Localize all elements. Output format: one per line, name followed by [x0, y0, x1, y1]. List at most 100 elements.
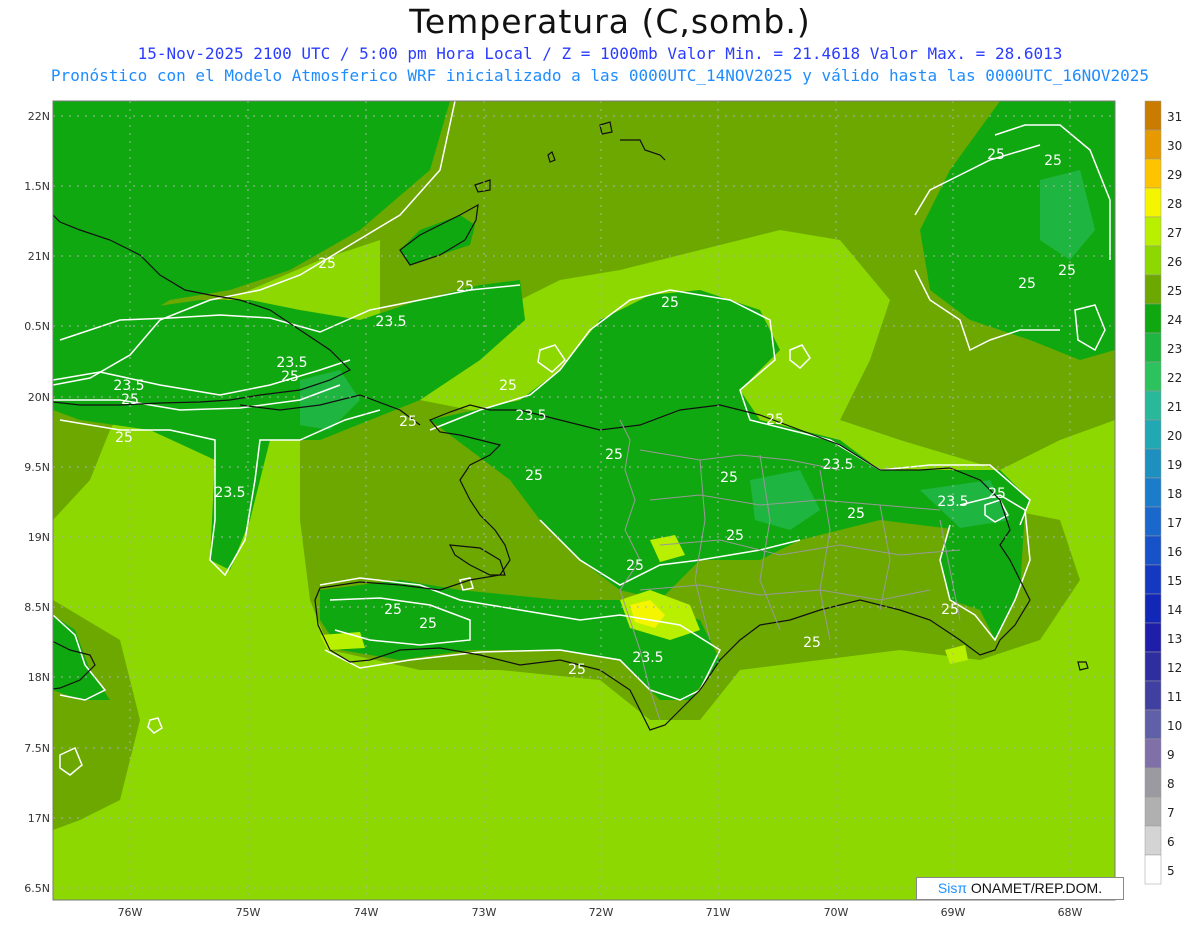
legend-label: 16	[1167, 545, 1182, 559]
contour-label: 25	[941, 602, 959, 618]
lon-tick-label: 75W	[236, 906, 261, 919]
contour-label: 25	[988, 486, 1006, 502]
lon-tick-label: 74W	[354, 906, 379, 919]
lon-tick-label: 70W	[824, 906, 849, 919]
legend-swatch	[1144, 274, 1162, 305]
contour-label: 25	[121, 392, 139, 408]
legend-label: 25	[1167, 284, 1182, 298]
contour-label: 25	[1018, 276, 1036, 292]
contour-label: 25	[605, 447, 623, 463]
legend-label: 24	[1167, 313, 1182, 327]
legend-label: 15	[1167, 574, 1182, 588]
legend-swatch	[1144, 738, 1162, 769]
legend-swatch	[1144, 187, 1162, 218]
legend-swatch	[1144, 796, 1162, 827]
legend-label: 27	[1167, 226, 1182, 240]
legend-label: 26	[1167, 255, 1182, 269]
legend-swatch	[1144, 825, 1162, 856]
legend-swatch	[1144, 506, 1162, 537]
lon-tick-label: 68W	[1058, 906, 1083, 919]
contour-label: 23.5	[937, 494, 968, 510]
credit-text: ONAMET/REP.DOM.	[967, 880, 1103, 896]
contour-label: 23.5	[214, 485, 245, 501]
legend-swatch	[1144, 245, 1162, 276]
sis-logo-text: Sisπ	[937, 880, 967, 896]
legend-label: 10	[1167, 719, 1182, 733]
contour-label: 25	[766, 412, 784, 428]
credit-box: Sisπ ONAMET/REP.DOM.	[916, 877, 1124, 900]
contour-label: 25	[499, 378, 517, 394]
legend-label: 11	[1167, 690, 1182, 704]
lat-tick-label: 22N	[28, 110, 50, 123]
legend-label: 13	[1167, 632, 1182, 646]
legend-swatch	[1144, 622, 1162, 653]
contour-label: 23.5	[632, 650, 663, 666]
contour-label: 25	[568, 662, 586, 678]
temperature-map: 25 23.5 25 23.5 25 23.5 25 25 23.5 25 25 25 23.5 25 25…	[24, 100, 1182, 919]
contour-label: 25	[456, 279, 474, 295]
lon-tick-label: 73W	[472, 906, 497, 919]
legend-label: 29	[1167, 168, 1182, 182]
legend-swatch	[1144, 100, 1162, 131]
legend-label: 30	[1167, 139, 1182, 153]
lat-tick-label: 6.5N	[24, 882, 50, 895]
contour-label: 25	[318, 256, 336, 272]
contour-label: 25	[987, 147, 1005, 163]
legend-swatch	[1144, 332, 1162, 363]
contour-label: 25	[419, 616, 437, 632]
legend-swatch	[1144, 448, 1162, 479]
contour-label: 25	[399, 414, 417, 430]
legend-label: 22	[1167, 371, 1182, 385]
legend-swatch	[1144, 709, 1162, 740]
lat-tick-label: 7.5N	[24, 742, 50, 755]
legend-swatch	[1144, 680, 1162, 711]
lat-tick-label: 17N	[28, 812, 50, 825]
legend-label: 20	[1167, 429, 1182, 443]
color-legend: 31 30 29 28 27 26 25 24 23 22 21 20 19 18 17 16 15 14 13 12…	[1144, 100, 1182, 885]
legend-swatch	[1144, 361, 1162, 392]
legend-label: 9	[1167, 748, 1175, 762]
legend-label: 6	[1167, 835, 1175, 849]
legend-label: 23	[1167, 342, 1182, 356]
contour-label: 23.5	[822, 457, 853, 473]
lon-tick-label: 71W	[706, 906, 731, 919]
legend-label: 21	[1167, 400, 1182, 414]
contour-label: 25	[1058, 263, 1076, 279]
lat-tick-label: 8.5N	[24, 601, 50, 614]
latitude-labels: 22N 1.5N 21N 0.5N 20N 9.5N 19N 8.5N 18N 7.5N 17N 6.…	[24, 110, 50, 895]
contour-label: 25	[1044, 153, 1062, 169]
contour-label: 25	[384, 602, 402, 618]
legend-label: 8	[1167, 777, 1175, 791]
legend-swatch	[1144, 593, 1162, 624]
legend-label: 12	[1167, 661, 1182, 675]
contour-label: 25	[525, 468, 543, 484]
legend-label: 7	[1167, 806, 1175, 820]
contour-label: 25	[726, 528, 744, 544]
legend-label: 5	[1167, 864, 1175, 878]
legend-swatch	[1144, 854, 1162, 885]
legend-label: 14	[1167, 603, 1182, 617]
lon-tick-label: 72W	[589, 906, 614, 919]
lat-tick-label: 19N	[28, 531, 50, 544]
contour-label: 25	[720, 470, 738, 486]
longitude-labels: 76W 75W 74W 73W 72W 71W 70W 69W 68W	[118, 906, 1083, 919]
lat-tick-label: 9.5N	[24, 461, 50, 474]
legend-label: 28	[1167, 197, 1182, 211]
legend-swatch	[1144, 303, 1162, 334]
lat-tick-label: 0.5N	[24, 320, 50, 333]
legend-swatch	[1144, 158, 1162, 189]
legend-swatch	[1144, 216, 1162, 247]
contour-label: 23.5	[515, 408, 546, 424]
contour-label: 25	[115, 430, 133, 446]
legend-swatch	[1144, 477, 1162, 508]
lat-tick-label: 1.5N	[24, 180, 50, 193]
legend-swatch	[1144, 651, 1162, 682]
lon-tick-label: 69W	[941, 906, 966, 919]
warm-spot-3	[320, 632, 365, 650]
lat-tick-label: 20N	[28, 391, 50, 404]
lon-tick-label: 76W	[118, 906, 143, 919]
legend-swatch	[1144, 564, 1162, 595]
legend-swatch	[1144, 535, 1162, 566]
legend-label: 31	[1167, 110, 1182, 124]
contour-label: 25	[803, 635, 821, 651]
